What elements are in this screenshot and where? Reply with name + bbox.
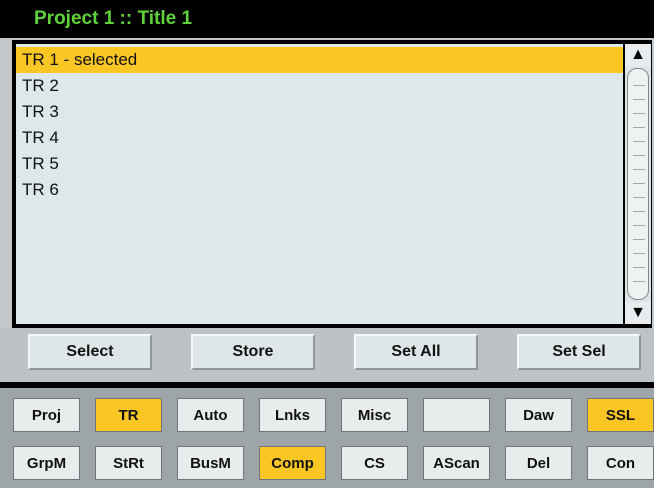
- tab-lnks[interactable]: Lnks: [259, 398, 326, 432]
- grip-line: [633, 267, 645, 268]
- tab-cs[interactable]: CS: [341, 446, 408, 480]
- grip-line: [633, 99, 645, 100]
- list-item[interactable]: TR 3: [16, 99, 623, 125]
- grip-line: [633, 211, 645, 212]
- project-title: Project 1 :: Title 1: [34, 8, 193, 29]
- tab-ascan[interactable]: AScan: [423, 446, 490, 480]
- grip-line: [633, 197, 645, 198]
- tab-comp[interactable]: Comp: [259, 446, 326, 480]
- grip-line: [633, 141, 645, 142]
- tab-strt[interactable]: StRt: [95, 446, 162, 480]
- tab-tr[interactable]: TR: [95, 398, 162, 432]
- tab-proj[interactable]: Proj: [13, 398, 80, 432]
- scrollbar[interactable]: ▲ ▼: [625, 44, 651, 324]
- list-item[interactable]: TR 1 - selected: [16, 47, 623, 73]
- set-all-button[interactable]: Set All: [354, 334, 478, 370]
- tab-misc[interactable]: Misc: [341, 398, 408, 432]
- tab-blank[interactable]: [423, 398, 490, 432]
- scroll-thumb[interactable]: [627, 68, 649, 300]
- grip-line: [633, 239, 645, 240]
- tab-con[interactable]: Con: [587, 446, 654, 480]
- grip-line: [633, 85, 645, 86]
- tab-del[interactable]: Del: [505, 446, 572, 480]
- chevron-down-icon: ▼: [630, 304, 646, 321]
- tab-busm[interactable]: BusM: [177, 446, 244, 480]
- store-button[interactable]: Store: [191, 334, 315, 370]
- list-item[interactable]: TR 5: [16, 151, 623, 177]
- grip-line: [633, 183, 645, 184]
- list-item[interactable]: TR 2: [16, 73, 623, 99]
- grip-line: [633, 113, 645, 114]
- title-bar: Project 1 :: Title 1: [0, 0, 654, 38]
- select-button[interactable]: Select: [28, 334, 152, 370]
- tab-ssl[interactable]: SSL: [587, 398, 654, 432]
- grip-line: [633, 281, 645, 282]
- list-item[interactable]: TR 4: [16, 125, 623, 151]
- scroll-up-button[interactable]: ▲: [625, 44, 651, 66]
- grip-line: [633, 225, 645, 226]
- grip-line: [633, 253, 645, 254]
- set-sel-button[interactable]: Set Sel: [517, 334, 641, 370]
- grip-line: [633, 155, 645, 156]
- chevron-up-icon: ▲: [630, 46, 646, 63]
- track-list[interactable]: TR 1 - selected TR 2 TR 3 TR 4 TR 5 TR 6: [16, 44, 623, 324]
- tab-daw[interactable]: Daw: [505, 398, 572, 432]
- list-item[interactable]: TR 6: [16, 177, 623, 203]
- tab-auto[interactable]: Auto: [177, 398, 244, 432]
- tab-grpm[interactable]: GrpM: [13, 446, 80, 480]
- scroll-down-button[interactable]: ▼: [625, 302, 651, 324]
- grip-line: [633, 169, 645, 170]
- grip-line: [633, 127, 645, 128]
